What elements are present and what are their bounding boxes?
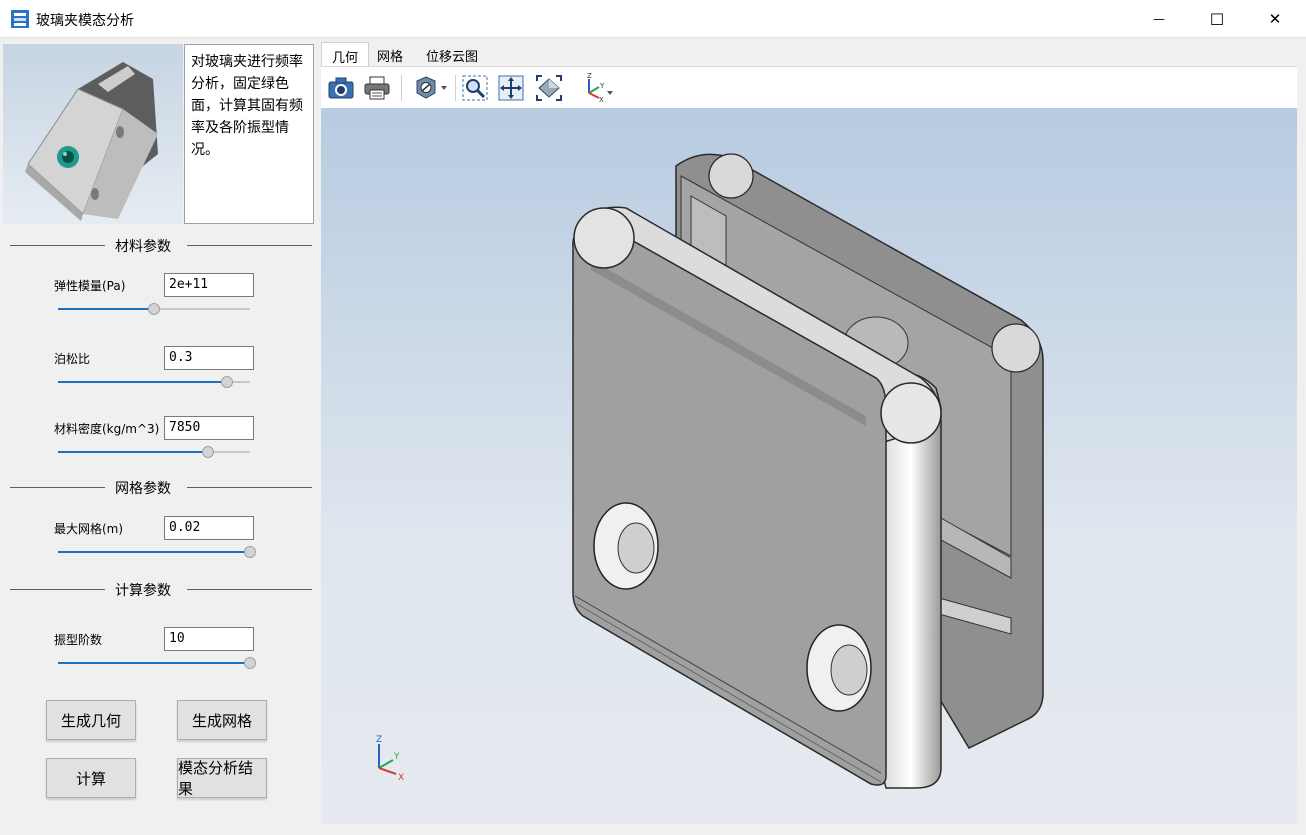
max-mesh-label: 最大网格(m) <box>54 522 124 536</box>
material-section-label: 材料参数 <box>115 239 171 255</box>
generate-mesh-button[interactable]: 生成网格 <box>177 700 267 740</box>
glass-clamp-model: Z Y X <box>376 153 1044 789</box>
youngs-modulus-label: 弹性模量(Pa) <box>54 279 126 293</box>
compute-section-header: 计算参数 <box>10 579 312 599</box>
minimize-button[interactable]: — <box>1130 0 1188 38</box>
poisson-slider[interactable] <box>58 376 250 388</box>
generate-geometry-button[interactable]: 生成几何 <box>46 700 136 740</box>
mode-count-slider[interactable] <box>58 657 256 669</box>
description-text: 对玻璃夹进行频率分析，固定绿色面，计算其固有频率及各阶振型情况。 <box>184 44 314 224</box>
maximize-icon: ☐ <box>1209 9 1225 29</box>
close-icon: ✕ <box>1268 10 1282 28</box>
section-icon <box>416 76 447 99</box>
tab-mesh[interactable]: 网格 <box>367 42 413 66</box>
triad-x-label: X <box>398 773 404 783</box>
axes-icon: Z Y X <box>587 73 613 103</box>
mesh-section-header: 网格参数 <box>10 477 312 497</box>
viewport-edge <box>1297 66 1306 826</box>
slider-handle[interactable] <box>220 376 233 388</box>
fit-all-button[interactable] <box>495 72 527 104</box>
thumbnail-model-image <box>25 62 158 221</box>
title-bar: 玻璃夹模态分析 — ☐ ✕ <box>0 0 1306 38</box>
print-icon <box>364 76 390 100</box>
zoom-region-icon <box>462 75 488 101</box>
viewer-toolbar: Z Y X <box>321 66 1297 108</box>
section-button[interactable] <box>411 72 451 104</box>
view-fit-icon <box>536 75 562 101</box>
tab-displacement[interactable]: 位移云图 <box>416 42 488 66</box>
youngs-modulus-slider[interactable] <box>58 303 250 315</box>
camera-icon <box>328 77 354 99</box>
mode-count-input[interactable]: 10 <box>164 627 254 651</box>
max-mesh-input[interactable]: 0.02 <box>164 516 254 540</box>
poisson-input[interactable]: 0.3 <box>164 346 254 370</box>
left-panel: 对玻璃夹进行频率分析，固定绿色面，计算其固有频率及各阶振型情况。 材料参数 弹性… <box>0 38 320 835</box>
slider-handle[interactable] <box>148 303 160 315</box>
window-title: 玻璃夹模态分析 <box>36 13 134 29</box>
mode-count-label: 振型阶数 <box>54 633 103 647</box>
3d-viewport[interactable]: Z Y X <box>321 108 1297 824</box>
model-thumbnail <box>3 44 183 224</box>
fit-all-icon <box>498 75 524 101</box>
axis-triad: Z Y X <box>376 735 404 783</box>
slider-handle[interactable] <box>244 546 256 558</box>
slider-handle[interactable] <box>201 446 214 458</box>
poisson-label: 泊松比 <box>54 352 91 366</box>
modal-results-button[interactable]: 模态分析结果 <box>177 758 267 798</box>
triad-z-label: Z <box>376 735 382 745</box>
density-input[interactable]: 7850 <box>164 416 254 440</box>
maximize-button[interactable]: ☐ <box>1188 0 1246 38</box>
compute-button[interactable]: 计算 <box>46 758 136 798</box>
print-button[interactable] <box>361 72 393 104</box>
tab-geometry[interactable]: 几何 <box>321 42 370 66</box>
camera-button[interactable] <box>325 72 357 104</box>
mesh-section-label: 网格参数 <box>115 481 171 497</box>
density-label: 材料密度(kg/m^3) <box>54 422 160 436</box>
zoom-region-button[interactable] <box>459 72 491 104</box>
svg-text:Z: Z <box>587 73 592 80</box>
view-tabs: 几何 网格 位移云图 <box>321 42 1306 66</box>
density-slider[interactable] <box>58 446 250 458</box>
material-section-header: 材料参数 <box>10 235 312 255</box>
view-fit-button[interactable] <box>533 72 565 104</box>
minimize-icon: — <box>1153 12 1165 26</box>
close-button[interactable]: ✕ <box>1246 0 1304 38</box>
slider-handle[interactable] <box>244 657 256 669</box>
youngs-modulus-input[interactable]: 2e+11 <box>164 273 254 297</box>
max-mesh-slider[interactable] <box>58 546 256 558</box>
compute-section-label: 计算参数 <box>115 583 171 599</box>
triad-y-label: Y <box>393 752 400 762</box>
svg-text:Y: Y <box>599 82 605 90</box>
app-icon <box>11 10 29 28</box>
svg-text:X: X <box>599 96 604 103</box>
axes-view-button[interactable]: Z Y X <box>577 72 617 104</box>
